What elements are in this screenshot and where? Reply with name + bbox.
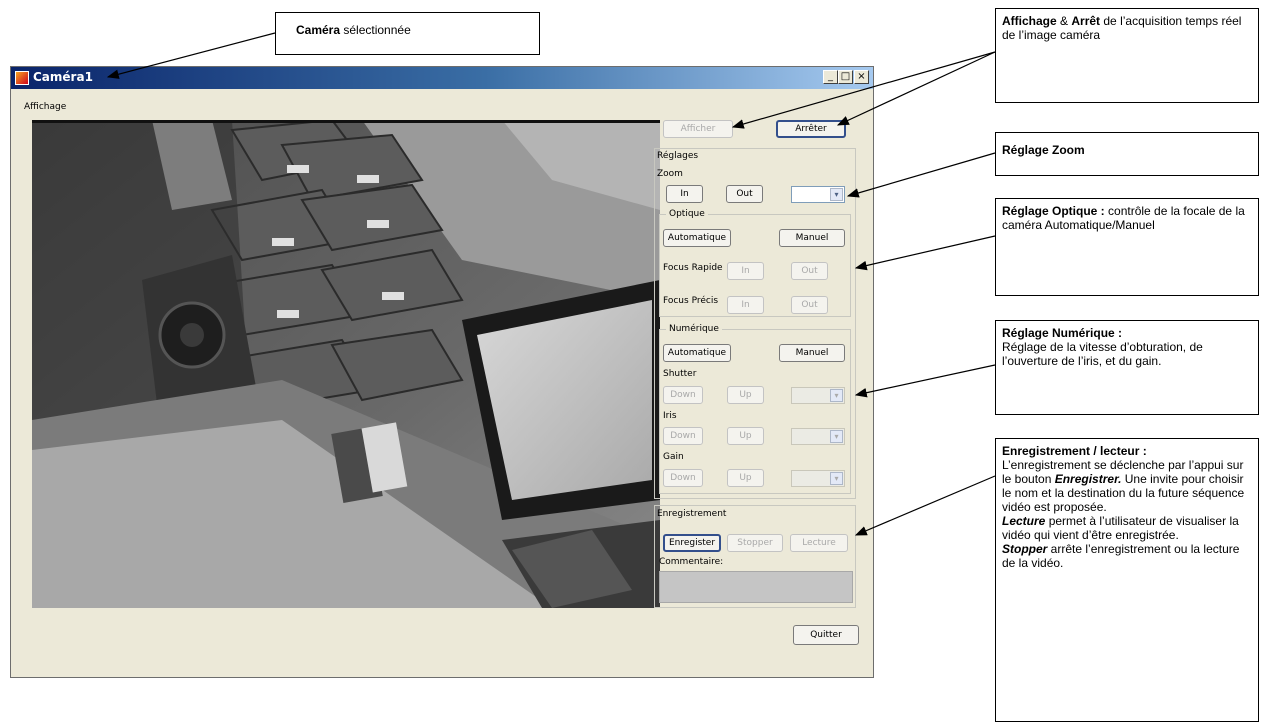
arrow-zoom <box>846 152 996 198</box>
arrow-recording <box>854 475 996 536</box>
callout-arrows <box>106 32 996 536</box>
arrow-arreter <box>836 51 996 126</box>
arrow-numeric <box>854 364 996 398</box>
arrow-optics <box>854 235 996 271</box>
arrow-camera <box>106 32 276 79</box>
arrow-afficher <box>731 51 996 129</box>
